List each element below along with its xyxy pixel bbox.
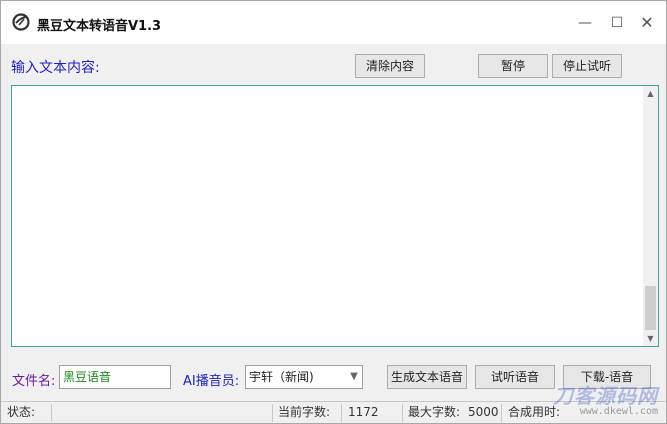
current-chars-value: 1172 <box>348 405 379 419</box>
file-name-input[interactable]: 黑豆语音 <box>59 365 171 389</box>
status-divider <box>341 404 342 422</box>
text-input-area[interactable]: ▲ ▼ <box>11 85 659 347</box>
app-logo-icon <box>12 13 30 31</box>
watermark-brand: 刀客源码网 <box>553 384 658 408</box>
watermark-url: www.dkewl.com <box>579 406 658 417</box>
status-divider <box>501 404 502 422</box>
status-divider <box>402 404 403 422</box>
chevron-down-icon[interactable]: ▼ <box>346 366 362 388</box>
stop-preview-button[interactable]: 停止试听 <box>552 54 622 78</box>
input-text-label: 输入文本内容: <box>11 60 100 76</box>
minimize-button[interactable]: — <box>573 11 597 35</box>
status-divider <box>51 404 52 422</box>
listen-audio-button[interactable]: 试听语音 <box>475 365 555 389</box>
window-title: 黑豆文本转语音V1.3 <box>37 19 162 34</box>
scroll-up-arrow-icon[interactable]: ▲ <box>643 86 658 101</box>
status-divider <box>272 404 273 422</box>
status-label: 状态: <box>7 405 36 419</box>
voice-label: AI播音员: <box>183 374 240 389</box>
close-button[interactable]: ✕ <box>635 11 659 35</box>
pause-button[interactable]: 暂停 <box>478 54 548 78</box>
vertical-scrollbar[interactable]: ▲ ▼ <box>643 86 658 346</box>
clear-content-button[interactable]: 清除内容 <box>355 54 425 78</box>
maximize-button[interactable]: ☐ <box>605 11 629 35</box>
max-chars-value: 5000 <box>468 405 499 419</box>
scroll-down-arrow-icon[interactable]: ▼ <box>643 331 658 346</box>
voice-select[interactable]: 宇轩（新闻) ▼ <box>245 365 363 389</box>
title-bar: 黑豆文本转语音V1.3 — ☐ ✕ <box>1 1 666 44</box>
voice-selected-value: 宇轩（新闻) <box>249 370 314 384</box>
scroll-thumb[interactable] <box>645 286 656 330</box>
max-chars-label: 最大字数: <box>408 405 461 419</box>
app-window: 黑豆文本转语音V1.3 — ☐ ✕ 输入文本内容: 清除内容 暂停 停止试听 ▲… <box>0 0 667 424</box>
generate-audio-button[interactable]: 生成文本语音 <box>387 365 467 389</box>
file-name-label: 文件名: <box>12 374 56 389</box>
current-chars-label: 当前字数: <box>278 405 331 419</box>
